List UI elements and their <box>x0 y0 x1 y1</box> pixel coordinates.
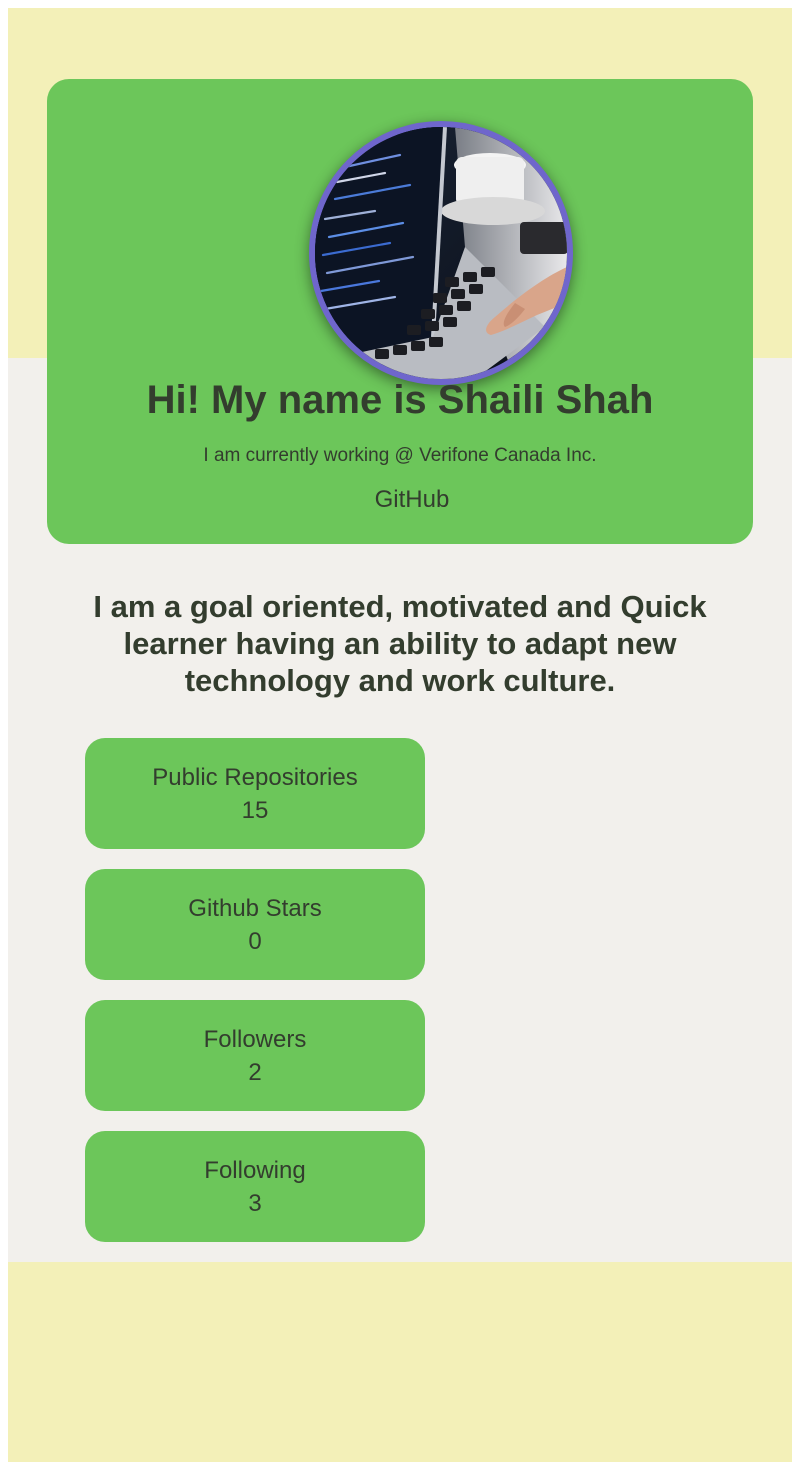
bio-statement: I am a goal oriented, motivated and Quic… <box>93 589 707 698</box>
current-employer: I am currently working @ Verifone Canada… <box>203 445 597 466</box>
stat-value: 3 <box>248 1190 262 1217</box>
stat-card-public-repositories: Public Repositories 15 <box>85 738 425 849</box>
page: Hi! My name is Shaili Shah I am currentl… <box>8 8 792 1462</box>
stat-label: Github Stars <box>188 895 322 922</box>
stat-value: 0 <box>248 928 262 955</box>
stat-card-following: Following 3 <box>85 1131 425 1242</box>
github-link[interactable]: GitHub <box>346 486 478 514</box>
stat-label: Followers <box>203 1026 307 1053</box>
avatar <box>309 121 573 385</box>
stat-value: 15 <box>241 797 269 824</box>
stat-card-followers: Followers 2 <box>85 1000 425 1111</box>
footer <box>8 1262 792 1462</box>
stat-label: Public Repositories <box>152 764 358 791</box>
stat-value: 2 <box>248 1059 262 1086</box>
stat-label: Following <box>204 1157 306 1184</box>
profile-card <box>47 79 753 544</box>
stat-card-github-stars: Github Stars 0 <box>85 869 425 980</box>
avatar-image <box>315 127 567 379</box>
page-title: Hi! My name is Shaili Shah <box>146 378 654 422</box>
